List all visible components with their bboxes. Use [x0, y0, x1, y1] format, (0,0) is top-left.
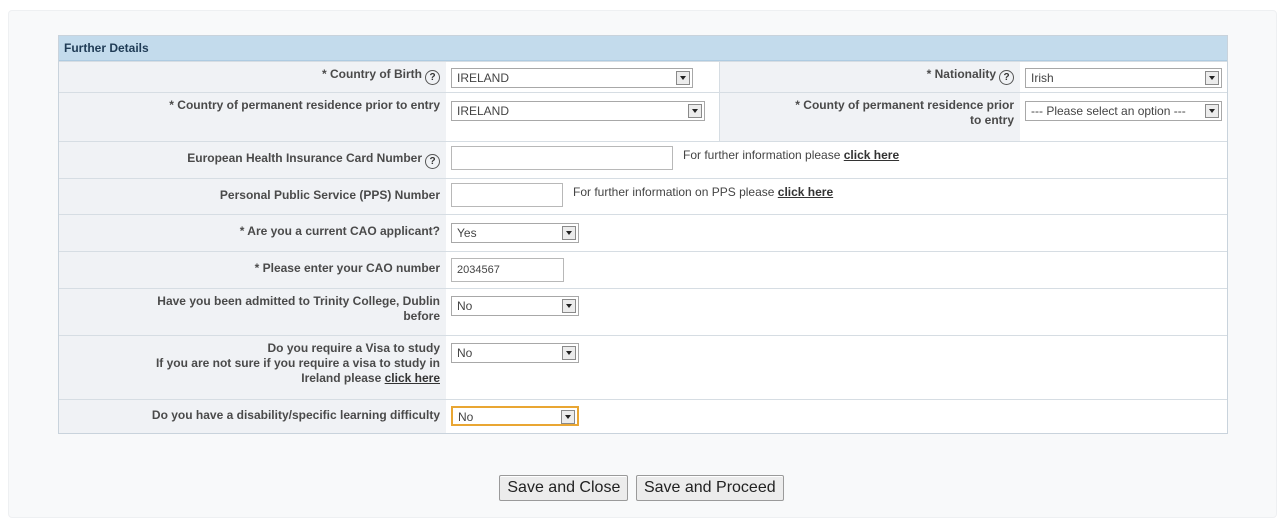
cao-applicant-select[interactable]: Yes	[451, 223, 579, 243]
county-of-residence-label: * County of permanent residence prior to…	[719, 93, 1020, 141]
row-visa: Do you require a Visa to study If you ar…	[59, 335, 1227, 399]
row-ehic: European Health Insurance Card Number? F…	[59, 141, 1227, 178]
row-disability: Do you have a disability/specific learni…	[59, 399, 1227, 433]
country-of-residence-select[interactable]: IRELAND	[451, 101, 705, 121]
pps-info-link[interactable]: click here	[778, 185, 833, 199]
country-of-residence-label: * Country of permanent residence prior t…	[59, 93, 446, 141]
ehic-label: European Health Insurance Card Number?	[59, 142, 446, 178]
dropdown-arrow-icon	[562, 346, 576, 360]
county-of-residence-select[interactable]: --- Please select an option ---	[1025, 101, 1222, 121]
cao-number-label: * Please enter your CAO number	[59, 252, 446, 288]
dropdown-arrow-icon	[562, 299, 576, 313]
help-icon[interactable]: ?	[999, 70, 1014, 85]
row-country-of-residence: * Country of permanent residence prior t…	[59, 92, 1227, 141]
row-cao-number: * Please enter your CAO number	[59, 251, 1227, 288]
save-and-proceed-button[interactable]: Save and Proceed	[635, 475, 784, 501]
dropdown-arrow-icon	[676, 71, 690, 85]
dropdown-arrow-icon	[688, 104, 702, 118]
admitted-before-label: Have you been admitted to Trinity Colleg…	[59, 289, 446, 335]
row-country-of-birth: * Country of Birth? IRELAND * Nationalit…	[59, 61, 1227, 92]
row-admitted-before: Have you been admitted to Trinity Colleg…	[59, 288, 1227, 335]
dropdown-arrow-icon	[561, 410, 575, 424]
ehic-input[interactable]	[451, 146, 673, 170]
pps-label: Personal Public Service (PPS) Number	[59, 179, 446, 214]
form-actions: Save and Close Save and Proceed	[0, 475, 1283, 501]
row-cao-applicant: * Are you a current CAO applicant? Yes	[59, 214, 1227, 251]
cao-applicant-label: * Are you a current CAO applicant?	[59, 215, 446, 251]
country-of-birth-select[interactable]: IRELAND	[451, 68, 693, 88]
ehic-info-link[interactable]: click here	[844, 148, 899, 162]
save-and-close-button[interactable]: Save and Close	[499, 475, 629, 501]
nationality-select[interactable]: Irish	[1025, 68, 1222, 88]
dropdown-arrow-icon	[1205, 104, 1219, 118]
row-pps: Personal Public Service (PPS) Number For…	[59, 178, 1227, 214]
disability-select[interactable]: No	[451, 406, 579, 426]
dropdown-arrow-icon	[1205, 71, 1219, 85]
section-title: Further Details	[59, 36, 1227, 61]
dropdown-arrow-icon	[562, 226, 576, 240]
pps-input[interactable]	[451, 183, 563, 207]
country-of-birth-label: * Country of Birth?	[59, 62, 446, 92]
visa-label: Do you require a Visa to study If you ar…	[59, 336, 446, 399]
further-details-form: Further Details * Country of Birth? IREL…	[58, 35, 1228, 434]
visa-info-link[interactable]: click here	[385, 371, 440, 385]
help-icon[interactable]: ?	[425, 154, 440, 169]
cao-number-input[interactable]	[451, 258, 564, 282]
admitted-before-select[interactable]: No	[451, 296, 579, 316]
help-icon[interactable]: ?	[425, 70, 440, 85]
nationality-label: * Nationality?	[719, 62, 1020, 92]
disability-label: Do you have a disability/specific learni…	[59, 400, 446, 433]
visa-select[interactable]: No	[451, 343, 579, 363]
